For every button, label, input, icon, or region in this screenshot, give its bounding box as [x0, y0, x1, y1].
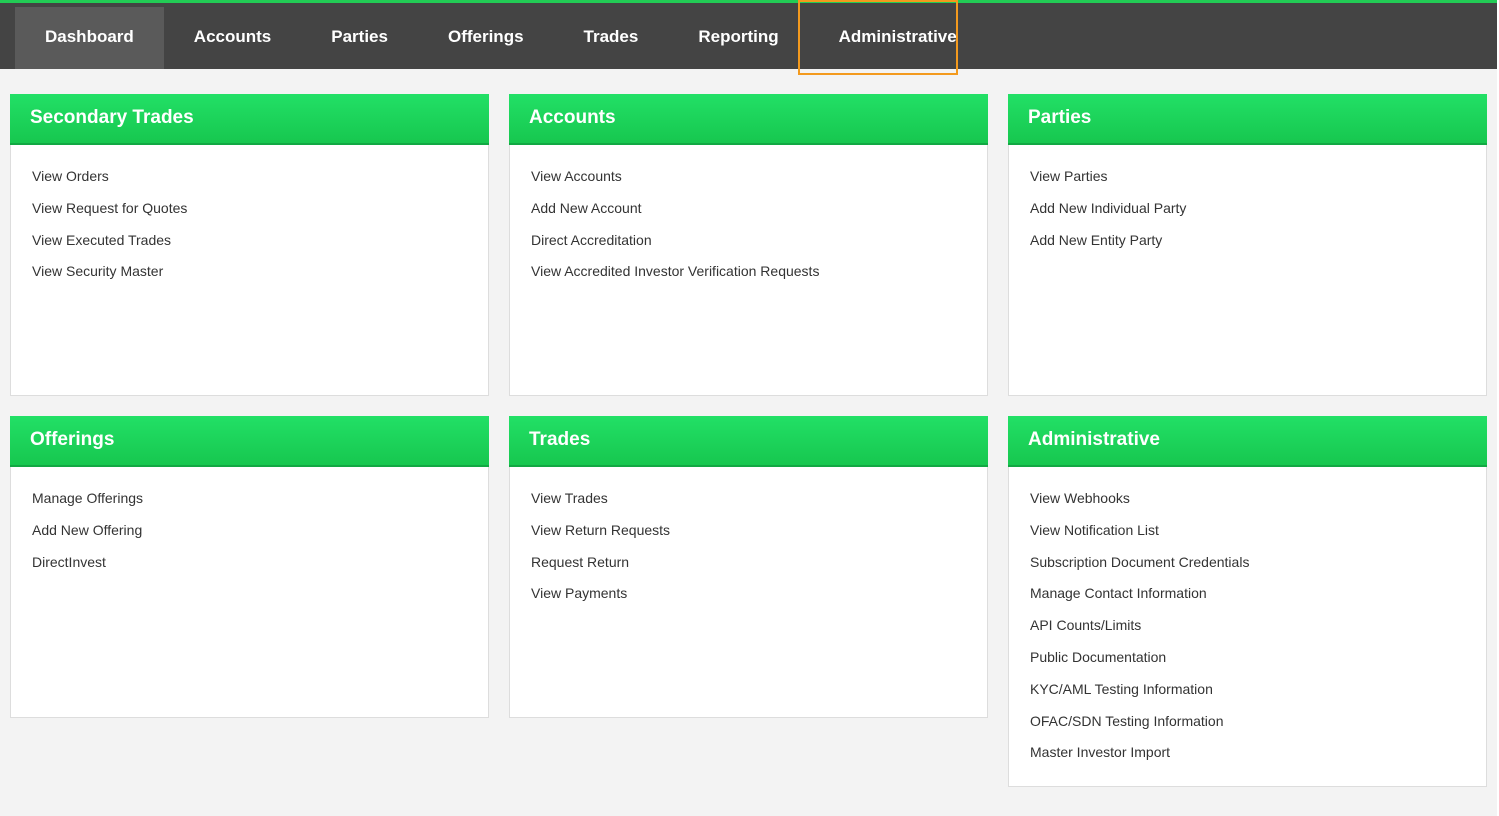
link-public-documentation[interactable]: Public Documentation: [1030, 647, 1486, 679]
panel-title: Parties: [1008, 94, 1487, 145]
panel-title: Trades: [509, 416, 988, 467]
panel-secondary-trades: Secondary Trades View Orders View Reques…: [10, 94, 489, 396]
link-request-return[interactable]: Request Return: [531, 552, 987, 584]
panel-link-list: View Orders View Request for Quotes View…: [11, 145, 488, 293]
link-view-accredited-investor-verification-requests[interactable]: View Accredited Investor Verification Re…: [531, 261, 987, 293]
link-view-notification-list[interactable]: View Notification List: [1030, 520, 1486, 552]
link-api-counts-limits[interactable]: API Counts/Limits: [1030, 615, 1486, 647]
nav-parties[interactable]: Parties: [301, 7, 418, 69]
nav-dashboard[interactable]: Dashboard: [15, 7, 164, 69]
panel-link-list: View Parties Add New Individual Party Ad…: [1009, 145, 1486, 261]
panel-title: Administrative: [1008, 416, 1487, 467]
nav-administrative[interactable]: Administrative: [809, 7, 987, 69]
link-view-webhooks[interactable]: View Webhooks: [1030, 488, 1486, 520]
link-ofac-sdn-testing-information[interactable]: OFAC/SDN Testing Information: [1030, 711, 1486, 743]
link-view-return-requests[interactable]: View Return Requests: [531, 520, 987, 552]
main-nav: Dashboard Accounts Parties Offerings Tra…: [15, 7, 987, 69]
panel-trades: Trades View Trades View Return Requests …: [509, 416, 988, 718]
link-view-executed-trades[interactable]: View Executed Trades: [32, 230, 488, 262]
link-direct-accreditation[interactable]: Direct Accreditation: [531, 230, 987, 262]
nav-trades[interactable]: Trades: [554, 7, 669, 69]
panel-parties: Parties View Parties Add New Individual …: [1008, 94, 1487, 396]
link-master-investor-import[interactable]: Master Investor Import: [1030, 742, 1486, 774]
link-view-trades[interactable]: View Trades: [531, 488, 987, 520]
panel-link-list: View Trades View Return Requests Request…: [510, 467, 987, 615]
panel-link-list: Manage Offerings Add New Offering Direct…: [11, 467, 488, 583]
panel-link-list: View Accounts Add New Account Direct Acc…: [510, 145, 987, 293]
link-directinvest[interactable]: DirectInvest: [32, 552, 488, 584]
link-subscription-document-credentials[interactable]: Subscription Document Credentials: [1030, 552, 1486, 584]
link-manage-offerings[interactable]: Manage Offerings: [32, 488, 488, 520]
link-add-new-account[interactable]: Add New Account: [531, 198, 987, 230]
panel-title: Accounts: [509, 94, 988, 145]
nav-accounts[interactable]: Accounts: [164, 7, 301, 69]
link-manage-contact-information[interactable]: Manage Contact Information: [1030, 583, 1486, 615]
link-view-orders[interactable]: View Orders: [32, 166, 488, 198]
link-add-new-entity-party[interactable]: Add New Entity Party: [1030, 230, 1486, 262]
link-view-payments[interactable]: View Payments: [531, 583, 987, 615]
panel-title: Offerings: [10, 416, 489, 467]
nav-reporting[interactable]: Reporting: [668, 7, 808, 69]
panel-link-list: View Webhooks View Notification List Sub…: [1009, 467, 1486, 774]
panel-title: Secondary Trades: [10, 94, 489, 145]
panel-offerings: Offerings Manage Offerings Add New Offer…: [10, 416, 489, 718]
link-kyc-aml-testing-information[interactable]: KYC/AML Testing Information: [1030, 679, 1486, 711]
link-add-new-offering[interactable]: Add New Offering: [32, 520, 488, 552]
panel-administrative: Administrative View Webhooks View Notifi…: [1008, 416, 1487, 787]
panel-accounts: Accounts View Accounts Add New Account D…: [509, 94, 988, 396]
link-view-security-master[interactable]: View Security Master: [32, 261, 488, 293]
nav-offerings[interactable]: Offerings: [418, 7, 554, 69]
link-view-accounts[interactable]: View Accounts: [531, 166, 987, 198]
link-view-parties[interactable]: View Parties: [1030, 166, 1486, 198]
link-view-request-for-quotes[interactable]: View Request for Quotes: [32, 198, 488, 230]
link-add-new-individual-party[interactable]: Add New Individual Party: [1030, 198, 1486, 230]
